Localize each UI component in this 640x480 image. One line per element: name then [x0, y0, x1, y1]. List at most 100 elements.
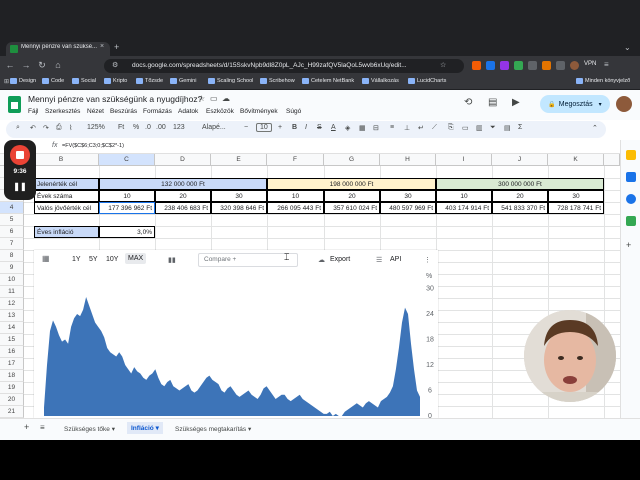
years-label[interactable]: Évek száma	[34, 190, 99, 202]
row-header[interactable]: 6	[0, 226, 24, 238]
move-folder-icon[interactable]: ▭	[210, 94, 218, 103]
document-title[interactable]: Mennyi pénzre van szükségünk a nyugdíjho…	[28, 94, 202, 104]
row-header[interactable]: 19	[0, 382, 24, 394]
api-button[interactable]: API	[390, 256, 401, 263]
bookmark-folder[interactable]: Social	[72, 78, 96, 84]
sheets-logo-icon[interactable]	[8, 96, 21, 113]
forward-icon[interactable]: →	[20, 60, 32, 70]
cloud-download-icon[interactable]: ☁	[318, 256, 325, 264]
extension-icon[interactable]	[486, 61, 495, 70]
years-cell[interactable]: 20	[324, 190, 380, 202]
text-rotation-icon[interactable]: ⟋	[432, 124, 437, 132]
row-header[interactable]: 12	[0, 298, 24, 310]
column-header-next[interactable]	[604, 154, 620, 166]
contacts-icon[interactable]	[626, 194, 636, 204]
future-value-cell[interactable]: 238 406 683 Ft	[155, 202, 211, 214]
pause-icon[interactable]: ❚❚	[4, 182, 36, 191]
extension-icon[interactable]	[528, 61, 537, 70]
future-value-cell[interactable]: 728 178 741 Ft	[548, 202, 604, 214]
sheet-tab[interactable]: Szükséges megtakarítás ▾	[175, 425, 251, 433]
strikethrough-icon[interactable]: S	[317, 124, 322, 131]
reload-icon[interactable]: ↻	[36, 60, 48, 71]
italic-icon[interactable]: I	[305, 124, 307, 131]
present-value-label[interactable]: Jelenérték cél	[34, 178, 99, 190]
insert-chart-icon[interactable]: ▥	[476, 124, 483, 132]
future-value-label[interactable]: Valós jövőérték cél	[34, 202, 99, 214]
extension-icon[interactable]	[500, 61, 509, 70]
future-value-cell[interactable]: 320 398 646 Ft	[211, 202, 267, 214]
insert-link-icon[interactable]: ⎘	[448, 124, 454, 132]
decrease-decimal-button[interactable]: .0	[145, 124, 151, 131]
site-info-icon[interactable]: ⚙	[112, 61, 118, 69]
font-size-decrease-icon[interactable]: −	[244, 124, 248, 131]
sheet-tab-active[interactable]: Infláció ▾	[127, 422, 163, 434]
column-header-j[interactable]: J	[492, 154, 548, 166]
column-header-k[interactable]: K	[548, 154, 604, 166]
sheet-tab[interactable]: Szükséges tőke ▾	[64, 425, 115, 433]
tasks-icon[interactable]	[626, 172, 636, 182]
add-on-plus-icon[interactable]: +	[626, 240, 631, 250]
calendar-icon[interactable]: ▦	[42, 254, 50, 263]
share-button[interactable]: 🔒 Megosztás ▾	[540, 95, 610, 113]
menu-data[interactable]: Adatok	[178, 108, 198, 115]
formula-input[interactable]: =FV($C$6;C3;0;$C$2*-1)	[62, 143, 124, 149]
more-options-icon[interactable]: ⋮	[424, 256, 431, 264]
bookmark-star-icon[interactable]: ☆	[440, 61, 446, 69]
active-browser-tab[interactable]: Mennyi pénzre van szüksé... ×	[6, 42, 110, 56]
row-header[interactable]: 4	[0, 202, 24, 214]
history-icon[interactable]: ⟲	[464, 97, 472, 108]
filter-views-icon[interactable]: ▤	[504, 124, 511, 132]
column-header-c[interactable]: C	[99, 154, 155, 166]
collapse-toolbar-icon[interactable]: ⌃	[592, 124, 598, 132]
column-header-f[interactable]: F	[267, 154, 324, 166]
bookmark-link[interactable]: Scaling School	[208, 78, 253, 84]
range-max-button[interactable]: MAX	[125, 253, 147, 264]
compare-input[interactable]: Compare +	[198, 253, 298, 267]
new-tab-icon[interactable]: +	[114, 42, 119, 52]
user-avatar[interactable]	[616, 96, 632, 112]
font-size-input[interactable]: 10	[256, 123, 272, 132]
filter-icon[interactable]: ⏷	[490, 124, 496, 132]
menu-view[interactable]: Nézet	[87, 108, 104, 115]
profile-avatar-icon[interactable]	[570, 61, 579, 70]
redo-icon[interactable]: ↷	[43, 124, 49, 132]
extension-icon[interactable]	[514, 61, 523, 70]
menu-edit[interactable]: Szerkesztés	[45, 108, 80, 115]
present-value-group-3[interactable]: 300 000 000 Ft	[436, 178, 604, 190]
vpn-label[interactable]: VPN	[584, 61, 596, 67]
cloud-status-icon[interactable]: ☁	[222, 94, 230, 103]
keep-icon[interactable]	[626, 150, 636, 160]
menu-extensions[interactable]: Bővítmények	[240, 108, 278, 115]
column-header-g[interactable]: G	[324, 154, 380, 166]
range-10y-button[interactable]: 10Y	[106, 256, 118, 263]
merge-cells-icon[interactable]: ⊟	[373, 124, 379, 132]
row-header[interactable]: 8	[0, 250, 24, 262]
back-icon[interactable]: ←	[4, 60, 16, 70]
column-header-h[interactable]: H	[380, 154, 436, 166]
row-header[interactable]: 14	[0, 322, 24, 334]
inflation-value[interactable]: 3,0%	[99, 226, 155, 238]
years-cell[interactable]: 20	[155, 190, 211, 202]
future-value-cell[interactable]: 357 610 024 Ft	[324, 202, 380, 214]
align-horizontal-icon[interactable]: ≡	[390, 124, 394, 131]
currency-format-icon[interactable]: Ft	[118, 124, 124, 131]
all-sheets-icon[interactable]: ≡	[40, 423, 45, 432]
row-header[interactable]: 7	[0, 238, 24, 250]
search-menus-icon[interactable]: ⌕	[16, 124, 20, 132]
home-icon[interactable]: ⌂	[52, 60, 64, 70]
range-5y-button[interactable]: 5Y	[89, 256, 98, 263]
font-family-select[interactable]: Alapé...	[202, 124, 226, 131]
column-header-d[interactable]: D	[155, 154, 211, 166]
functions-icon[interactable]: Σ	[518, 124, 522, 131]
years-cell[interactable]: 20	[492, 190, 548, 202]
apps-grid-icon[interactable]: ⊞	[4, 78, 9, 85]
years-cell[interactable]: 30	[380, 190, 436, 202]
print-icon[interactable]: ⎙	[56, 124, 62, 132]
row-header[interactable]: 13	[0, 310, 24, 322]
row-header[interactable]: 10	[0, 274, 24, 286]
years-cell[interactable]: 30	[548, 190, 604, 202]
add-sheet-icon[interactable]: +	[24, 422, 29, 432]
row-header[interactable]: 18	[0, 370, 24, 382]
undo-icon[interactable]: ↶	[30, 124, 36, 132]
spreadsheet-grid[interactable]: B C D E F G H I J K 12345678910111213141…	[0, 154, 620, 418]
